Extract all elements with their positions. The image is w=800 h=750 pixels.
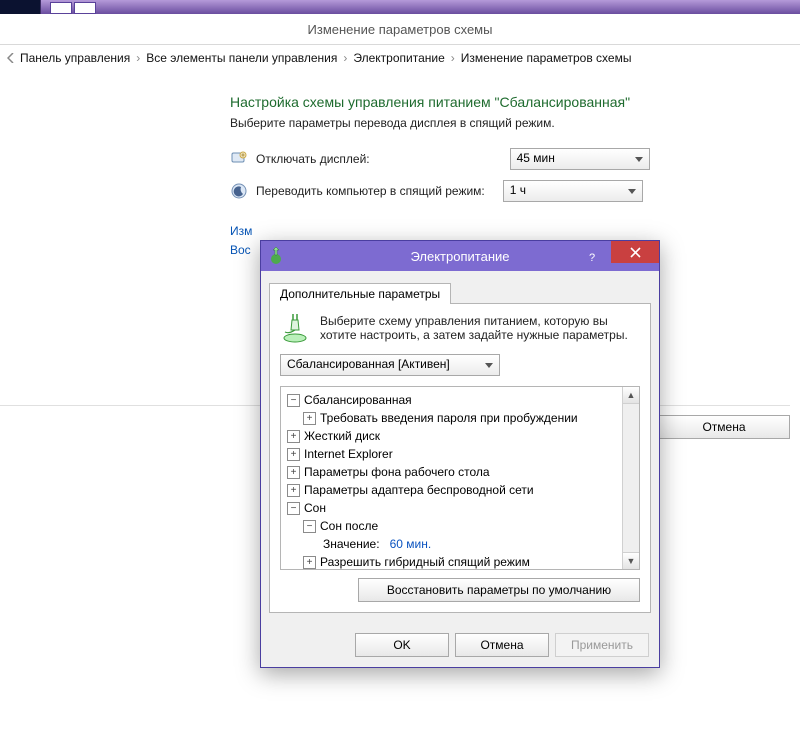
taskbar-button-1[interactable] [50,2,72,14]
tree-node-ie[interactable]: +Internet Explorer [287,445,637,463]
expand-icon[interactable]: + [303,412,316,425]
dialog-footer: OK Отмена Применить [261,623,659,667]
power-plan-select[interactable]: Сбалансированная [Активен] [280,354,500,376]
chevron-right-icon: › [451,51,455,65]
chevron-down-icon [631,151,647,167]
chevron-left-icon[interactable] [4,51,18,65]
close-button[interactable] [611,241,659,263]
expand-icon[interactable]: + [287,448,300,461]
tab-panel: Выберите схему управления питанием, кото… [269,303,651,613]
sleep-value: 1 ч [510,183,526,197]
tree-node-require-password[interactable]: +Требовать введения пароля при пробужден… [303,409,637,427]
display-off-select[interactable]: 45 мин [510,148,650,170]
dialog-hint: Выберите схему управления питанием, кото… [280,314,640,344]
page-heading: Настройка схемы управления питанием "Сба… [230,94,800,110]
breadcrumb-item-1[interactable]: Все элементы панели управления [146,51,337,65]
sleep-label: Переводить компьютер в спящий режим: [256,184,485,198]
window-title-bar: Изменение параметров схемы [0,14,800,44]
tree-node-desktop-bg[interactable]: +Параметры фона рабочего стола [287,463,637,481]
dialog-title: Электропитание [411,249,510,264]
chevron-down-icon [481,357,497,373]
apply-button[interactable]: Применить [555,633,649,657]
tree-node-hdd[interactable]: +Жесткий диск [287,427,637,445]
tree-node-sleep-after-value[interactable]: Значение: 60 мин. [319,535,637,553]
expand-icon[interactable]: + [303,556,316,569]
breadcrumb-item-2[interactable]: Электропитание [353,51,444,65]
dialog-cancel-button[interactable]: Отмена [455,633,549,657]
tab-strip: Дополнительные параметры [269,279,651,303]
ok-button[interactable]: OK [355,633,449,657]
window-title: Изменение параметров схемы [308,22,493,37]
link-change-advanced[interactable]: Изм [230,224,800,238]
taskbar [0,0,800,15]
cancel-button[interactable]: Отмена [658,415,790,439]
display-off-label: Отключать дисплей: [256,152,370,166]
tree-scrollbar[interactable]: ▲ ▼ [622,387,639,569]
collapse-icon[interactable]: − [303,520,316,533]
tree-node-sleep[interactable]: −Сон −Сон после Значение: [287,499,637,570]
taskbar-button-2[interactable] [74,2,96,14]
chevron-down-icon [624,183,640,199]
display-off-icon [230,150,248,168]
tree-node-wireless[interactable]: +Параметры адаптера беспроводной сети [287,481,637,499]
plug-icon [280,314,310,344]
sleep-select[interactable]: 1 ч [503,180,643,202]
expand-icon[interactable]: + [287,430,300,443]
collapse-icon[interactable]: − [287,502,300,515]
scroll-down-icon[interactable]: ▼ [623,552,639,569]
dialog-hint-text: Выберите схему управления питанием, кото… [320,314,640,344]
sleep-after-value[interactable]: 60 мин. [390,537,432,551]
expand-icon[interactable]: + [287,484,300,497]
svg-text:?: ? [589,252,595,263]
power-icon [267,247,285,265]
breadcrumb-item-3[interactable]: Изменение параметров схемы [461,51,632,65]
dialog-titlebar[interactable]: Электропитание ? [261,241,659,271]
scroll-up-icon[interactable]: ▲ [623,387,639,404]
tab-advanced[interactable]: Дополнительные параметры [269,283,451,304]
row-sleep: Переводить компьютер в спящий режим: 1 ч [230,180,800,202]
power-options-dialog: Электропитание ? Дополнительные параметр… [260,240,660,668]
chevron-right-icon: › [343,51,347,65]
power-plan-value: Сбалансированная [Активен] [287,357,450,371]
page-subtext: Выберите параметры перевода дисплея в сп… [230,116,800,130]
tree-node-sleep-after[interactable]: −Сон после Значение: 60 мин. [303,517,637,553]
restore-defaults-button[interactable]: Восстановить параметры по умолчанию [358,578,640,602]
sleep-icon [230,182,248,200]
breadcrumb-item-0[interactable]: Панель управления [20,51,130,65]
display-off-value: 45 мин [517,151,555,165]
breadcrumb: Панель управления › Все элементы панели … [0,44,800,72]
expand-icon[interactable]: + [287,466,300,479]
help-button[interactable]: ? [577,247,607,267]
chevron-right-icon: › [136,51,140,65]
taskbar-left-block [0,0,41,14]
tree-node-balanced[interactable]: −Сбалансированная +Требовать введения па… [287,391,637,427]
settings-tree: −Сбалансированная +Требовать введения па… [280,386,640,570]
row-display-off: Отключать дисплей: 45 мин [230,148,800,170]
tree-node-hybrid-sleep[interactable]: +Разрешить гибридный спящий режим [303,553,637,570]
collapse-icon[interactable]: − [287,394,300,407]
